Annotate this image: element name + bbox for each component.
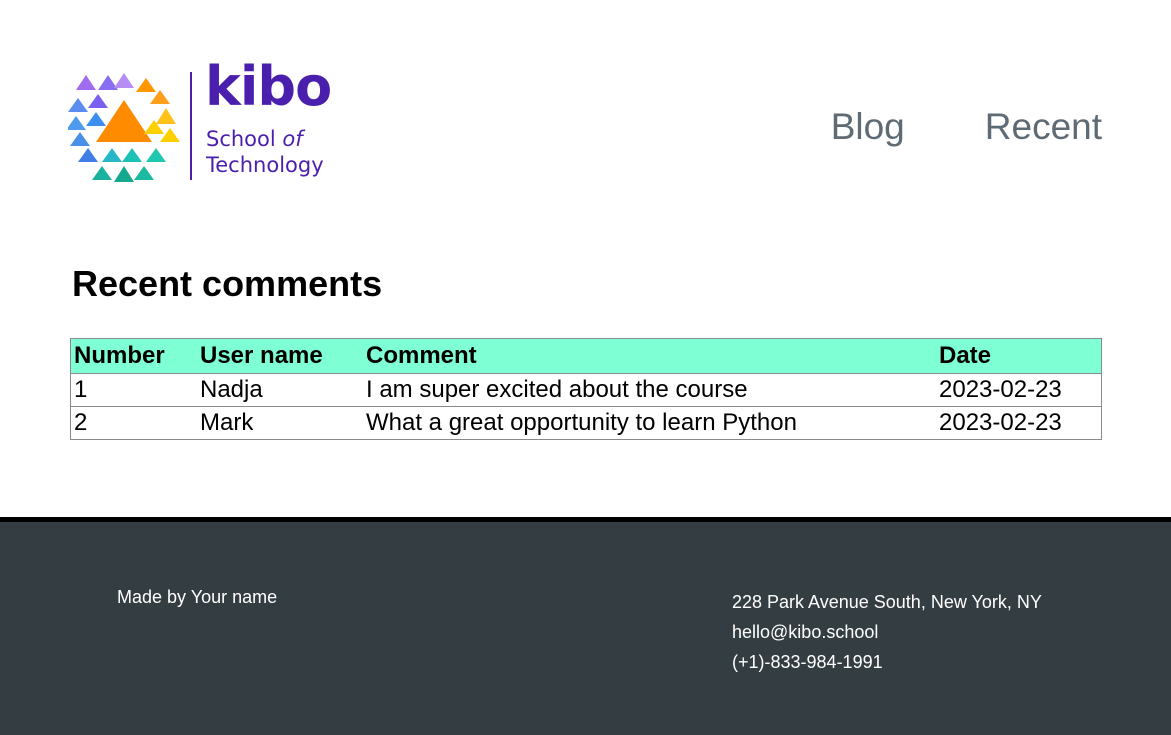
site-header: kibo School of Technology Blog Recent: [0, 0, 1171, 230]
footer-address: 228 Park Avenue South, New York, NY: [732, 592, 1042, 612]
table-row: 1 Nadja I am super excited about the cou…: [70, 373, 1102, 407]
cell-user-name: Nadja: [197, 373, 363, 407]
logo-wordmark: kibo: [205, 55, 332, 118]
main-nav: Blog Recent: [831, 104, 1102, 150]
logo-line-technology: Technology: [206, 153, 324, 177]
kibo-logo[interactable]: kibo School of Technology: [68, 60, 358, 184]
logo-line-school: School: [206, 127, 276, 151]
nav-link-blog[interactable]: Blog: [831, 104, 905, 150]
cell-comment: What a great opportunity to learn Python: [363, 406, 936, 440]
logo-divider: [190, 72, 192, 180]
table-row: 2 Mark What a great opportunity to learn…: [70, 406, 1102, 440]
footer-email: hello@kibo.school: [732, 622, 879, 642]
cell-date: 2023-02-23: [936, 373, 1102, 407]
comments-table: Number User name Comment Date 1 Nadja I …: [70, 338, 1102, 440]
cell-number: 1: [70, 373, 197, 407]
page-title: Recent comments: [72, 263, 383, 304]
footer-contact: 228 Park Avenue South, New York, NY hell…: [732, 587, 1042, 677]
logo-line-of: of: [282, 127, 303, 151]
column-header-comment: Comment: [363, 338, 936, 374]
triangle-mosaic-icon: [68, 73, 180, 182]
site-footer: Made by Your name 228 Park Avenue South,…: [0, 517, 1171, 735]
nav-link-recent[interactable]: Recent: [985, 104, 1102, 150]
table-header-row: Number User name Comment Date: [70, 338, 1102, 374]
column-header-number: Number: [70, 338, 197, 374]
footer-credit: Made by Your name: [117, 587, 278, 607]
column-header-date: Date: [936, 338, 1102, 374]
cell-comment: I am super excited about the course: [363, 373, 936, 407]
cell-number: 2: [70, 406, 197, 440]
footer-phone: (+1)-833-984-1991: [732, 652, 883, 672]
column-header-user-name: User name: [197, 338, 363, 374]
logo-subtitle: School of Technology: [206, 126, 324, 178]
cell-user-name: Mark: [197, 406, 363, 440]
cell-date: 2023-02-23: [936, 406, 1102, 440]
